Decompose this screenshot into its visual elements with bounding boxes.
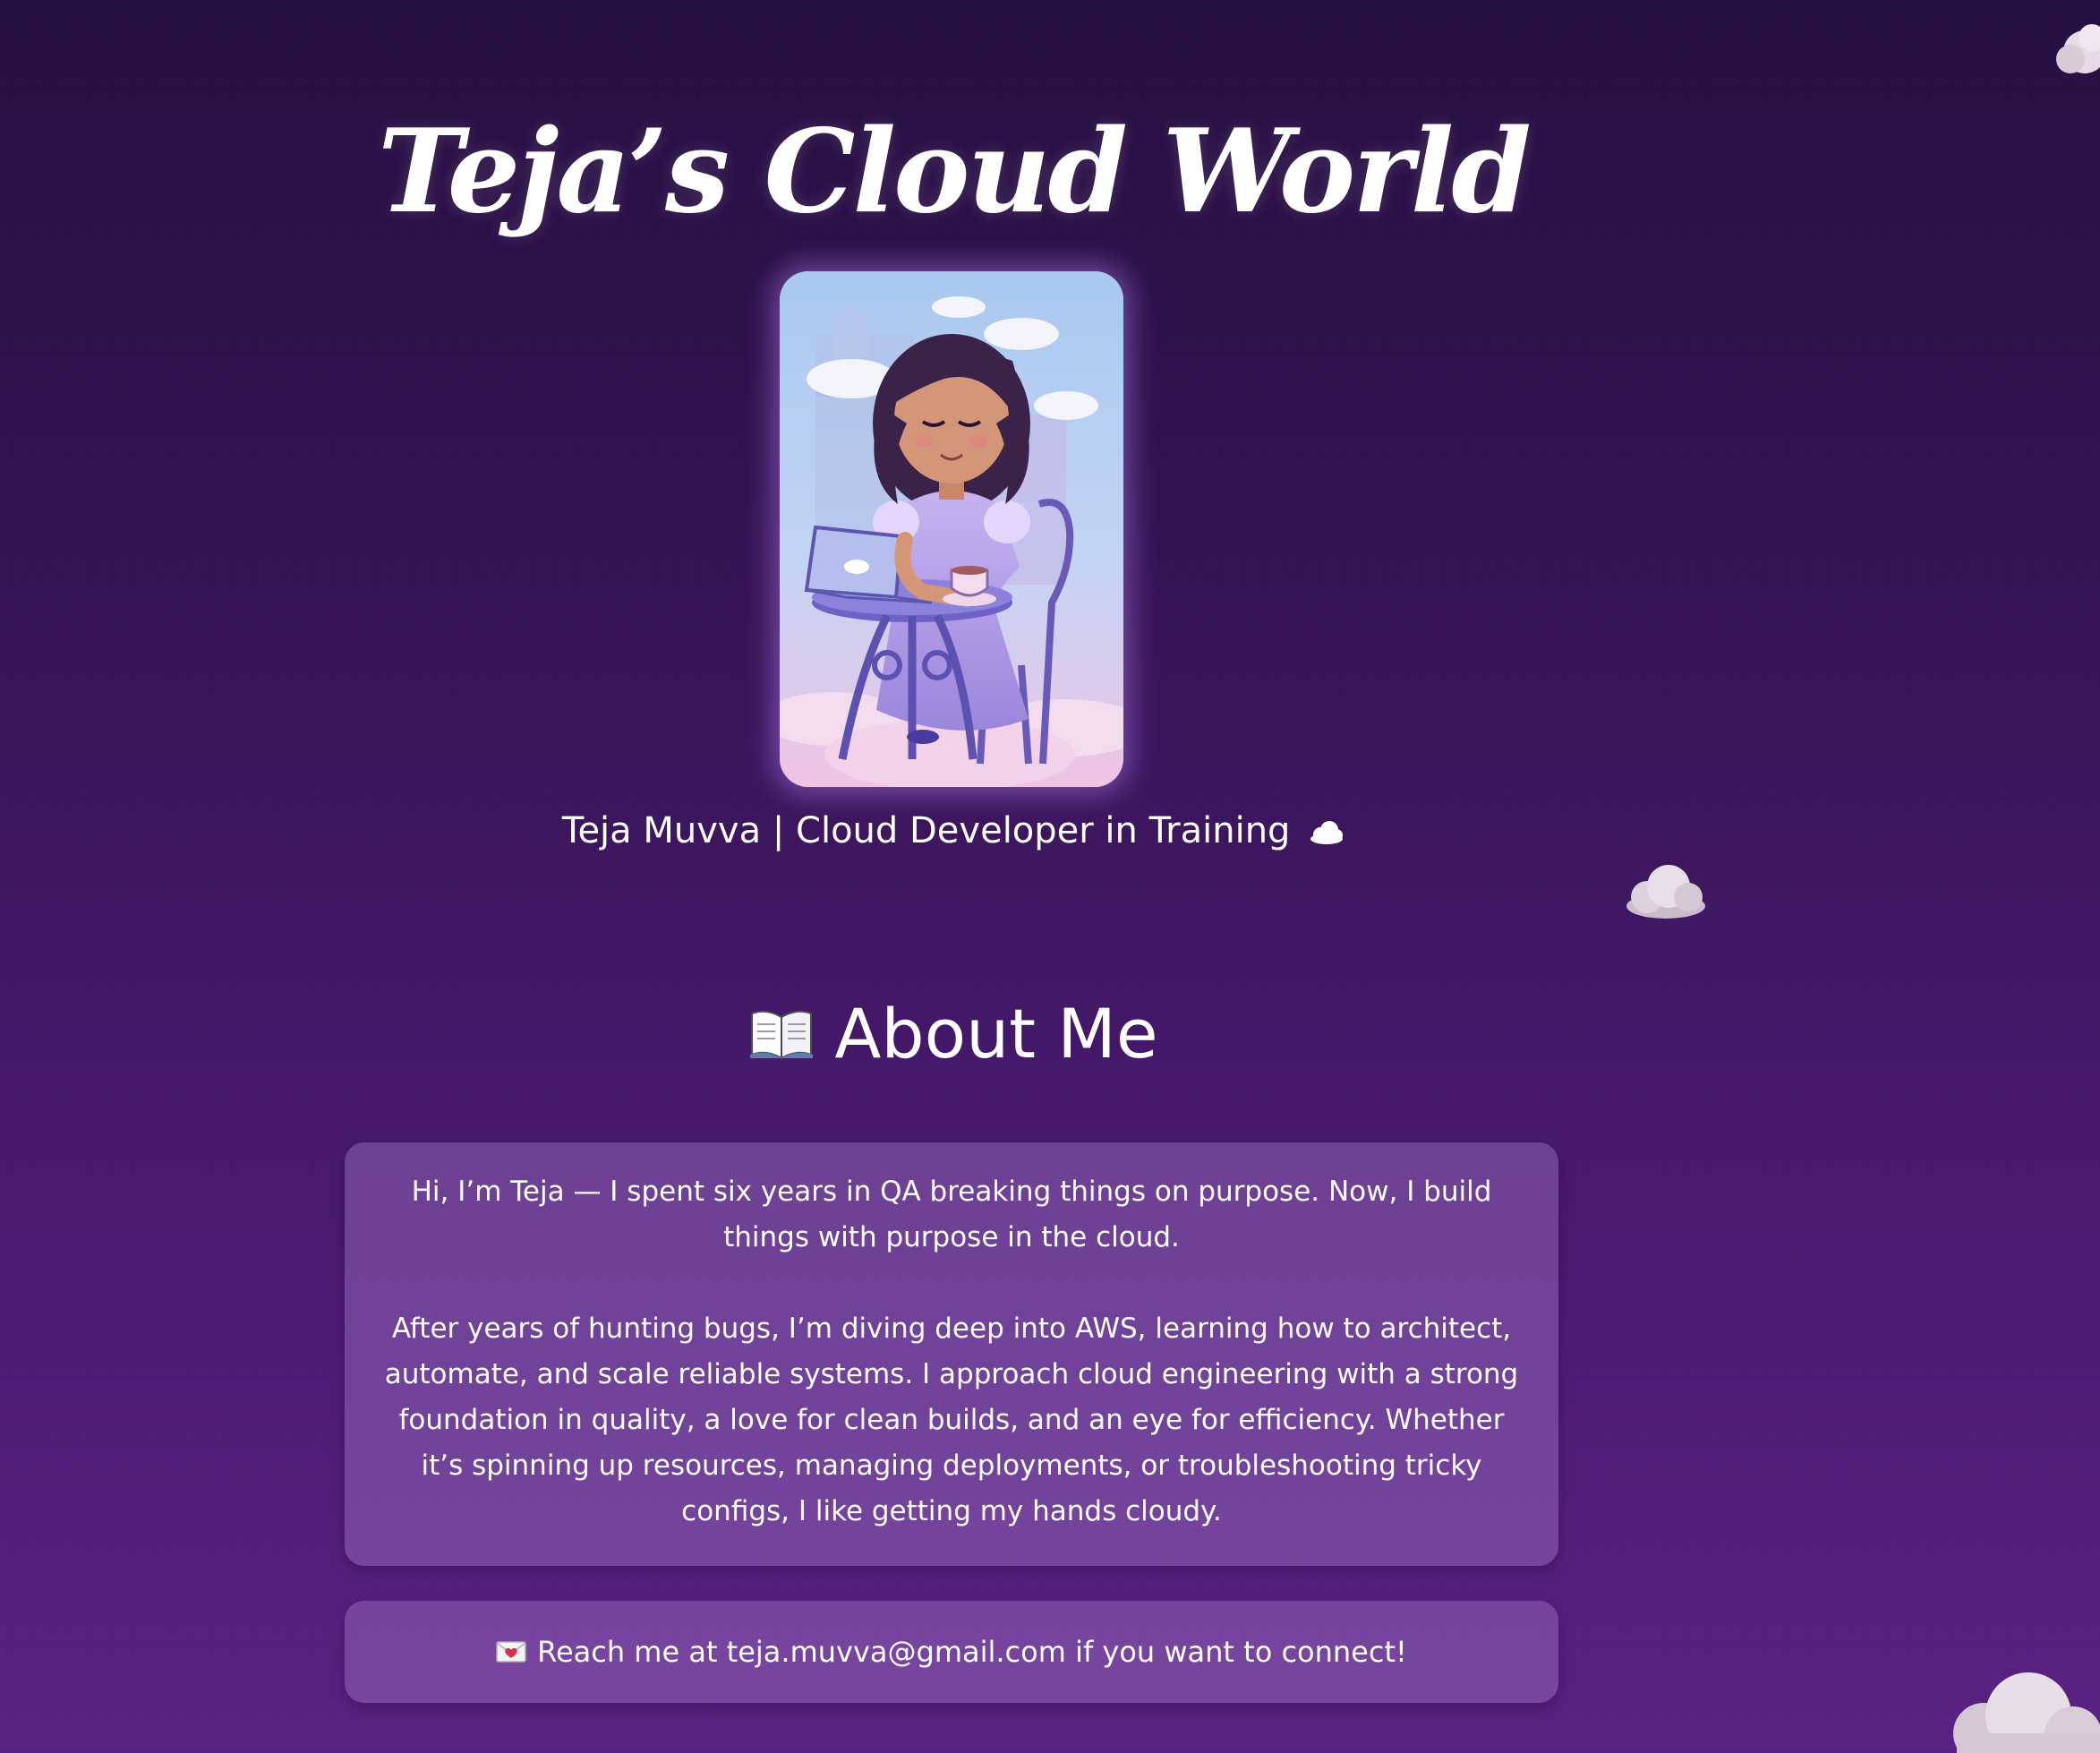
avatar-illustration	[780, 271, 1123, 787]
open-book-icon	[750, 1010, 814, 1060]
about-heading: About Me	[0, 989, 1907, 1079]
about-paragraph: After years of hunting bugs, I’m diving …	[384, 1313, 1519, 1527]
cloud-icon	[1310, 821, 1344, 844]
profile-tagline: Teja Muvva | Cloud Developer in Training	[0, 804, 1907, 858]
cloud-icon	[1953, 1672, 2100, 1753]
site-title: Teja’s Cloud World	[378, 105, 1532, 239]
cloud-icon	[1626, 865, 1705, 919]
profile-avatar	[780, 271, 1123, 787]
cloud-icon	[2056, 24, 2100, 73]
about-heading-text: About Me	[834, 994, 1158, 1073]
tagline-text: Teja Muvva | Cloud Developer in Training	[561, 810, 1291, 851]
about-paragraph: Hi, I’m Teja — I spent six years in QA b…	[411, 1176, 1492, 1253]
page: Teja’s Cloud World Teja Muvva | Cloud De…	[0, 0, 2100, 1753]
contact-text: Reach me at teja.muvva@gmail.com if you …	[537, 1635, 1407, 1669]
about-card: Hi, I’m Teja — I spent six years in QA b…	[345, 1142, 1558, 1566]
contact-card: Reach me at teja.muvva@gmail.com if you …	[345, 1601, 1558, 1703]
love-letter-icon	[496, 1641, 526, 1663]
